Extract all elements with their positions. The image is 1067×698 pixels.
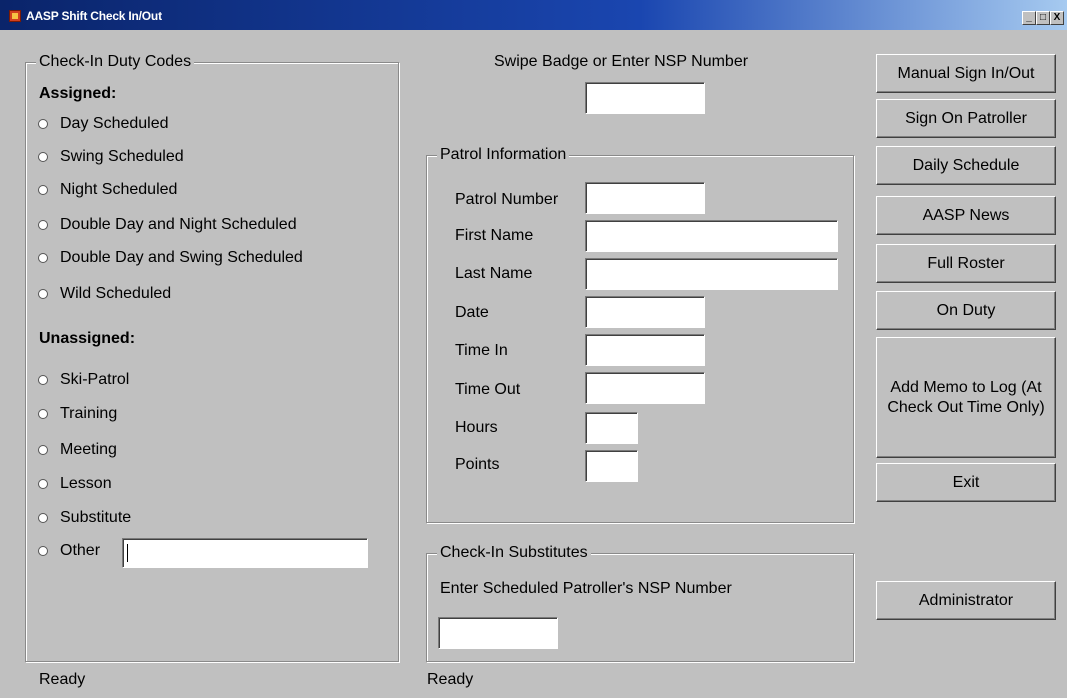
substitute-nsp-input[interactable] [438, 617, 558, 649]
patrol-number-input[interactable] [585, 182, 705, 214]
badge-input[interactable] [585, 82, 705, 114]
first-name-input[interactable] [585, 220, 838, 252]
text-caret [127, 544, 128, 562]
radio-training[interactable] [38, 409, 48, 419]
radio-night-scheduled[interactable] [38, 185, 48, 195]
points-label: Points [455, 456, 500, 473]
radio-label-other[interactable]: Other [60, 541, 100, 561]
maximize-button[interactable]: □ [1036, 11, 1050, 25]
substitutes-legend: Check-In Substitutes [437, 543, 591, 563]
radio-wild-scheduled[interactable] [38, 289, 48, 299]
full-roster-button[interactable]: Full Roster [876, 244, 1056, 283]
time-in-label: Time In [455, 342, 508, 359]
badge-prompt: Swipe Badge or Enter NSP Number [494, 53, 749, 70]
close-button[interactable]: X [1050, 11, 1064, 25]
radio-label-substitute[interactable]: Substitute [60, 508, 131, 528]
radio-double-day-night[interactable] [38, 220, 48, 230]
points-input[interactable] [585, 450, 638, 482]
radio-label-swing-scheduled[interactable]: Swing Scheduled [60, 147, 184, 167]
radio-label-night-scheduled[interactable]: Night Scheduled [60, 180, 177, 200]
radio-label-double-day-swing[interactable]: Double Day and Swing Scheduled [60, 248, 303, 268]
radio-ski-patrol[interactable] [38, 375, 48, 385]
app-icon [9, 10, 21, 22]
radio-lesson[interactable] [38, 479, 48, 489]
aasp-news-button[interactable]: AASP News [876, 196, 1056, 235]
substitutes-prompt: Enter Scheduled Patroller's NSP Number [440, 580, 732, 597]
radio-substitute[interactable] [38, 513, 48, 523]
other-input[interactable] [122, 538, 368, 568]
status-left: Ready [39, 671, 86, 688]
time-out-input[interactable] [585, 372, 705, 404]
first-name-label: First Name [455, 227, 534, 244]
radio-label-meeting[interactable]: Meeting [60, 440, 117, 460]
time-out-label: Time Out [455, 381, 521, 398]
sign-on-patroller-button[interactable]: Sign On Patroller [876, 99, 1056, 138]
exit-button[interactable]: Exit [876, 463, 1056, 502]
hours-input[interactable] [585, 412, 638, 444]
hours-label: Hours [455, 419, 498, 436]
last-name-label: Last Name [455, 265, 533, 282]
patrol-info-legend: Patrol Information [437, 145, 570, 165]
unassigned-heading: Unassigned: [39, 330, 136, 347]
status-right: Ready [427, 671, 474, 688]
radio-label-training[interactable]: Training [60, 404, 117, 424]
duty-codes-legend: Check-In Duty Codes [36, 52, 195, 72]
radio-double-day-swing[interactable] [38, 253, 48, 263]
radio-label-ski-patrol[interactable]: Ski-Patrol [60, 370, 129, 390]
radio-label-double-day-night[interactable]: Double Day and Night Scheduled [60, 215, 297, 235]
radio-day-scheduled[interactable] [38, 119, 48, 129]
manual-sign-button[interactable]: Manual Sign In/Out [876, 54, 1056, 93]
time-in-input[interactable] [585, 334, 705, 366]
radio-other[interactable] [38, 546, 48, 556]
date-input[interactable] [585, 296, 705, 328]
radio-label-lesson[interactable]: Lesson [60, 474, 112, 494]
administrator-button[interactable]: Administrator [876, 581, 1056, 620]
add-memo-button[interactable]: Add Memo to Log (At Check Out Time Only) [876, 337, 1056, 458]
title-bar: AASP Shift Check In/Out _ □ X [0, 0, 1067, 30]
radio-swing-scheduled[interactable] [38, 152, 48, 162]
patrol-number-label: Patrol Number [455, 191, 559, 208]
date-label: Date [455, 304, 489, 321]
radio-label-day-scheduled[interactable]: Day Scheduled [60, 114, 169, 134]
on-duty-button[interactable]: On Duty [876, 291, 1056, 330]
minimize-button[interactable]: _ [1022, 11, 1036, 25]
radio-meeting[interactable] [38, 445, 48, 455]
radio-label-wild-scheduled[interactable]: Wild Scheduled [60, 284, 171, 304]
assigned-heading: Assigned: [39, 85, 117, 102]
window-title: AASP Shift Check In/Out [26, 9, 162, 23]
daily-schedule-button[interactable]: Daily Schedule [876, 146, 1056, 185]
last-name-input[interactable] [585, 258, 838, 290]
